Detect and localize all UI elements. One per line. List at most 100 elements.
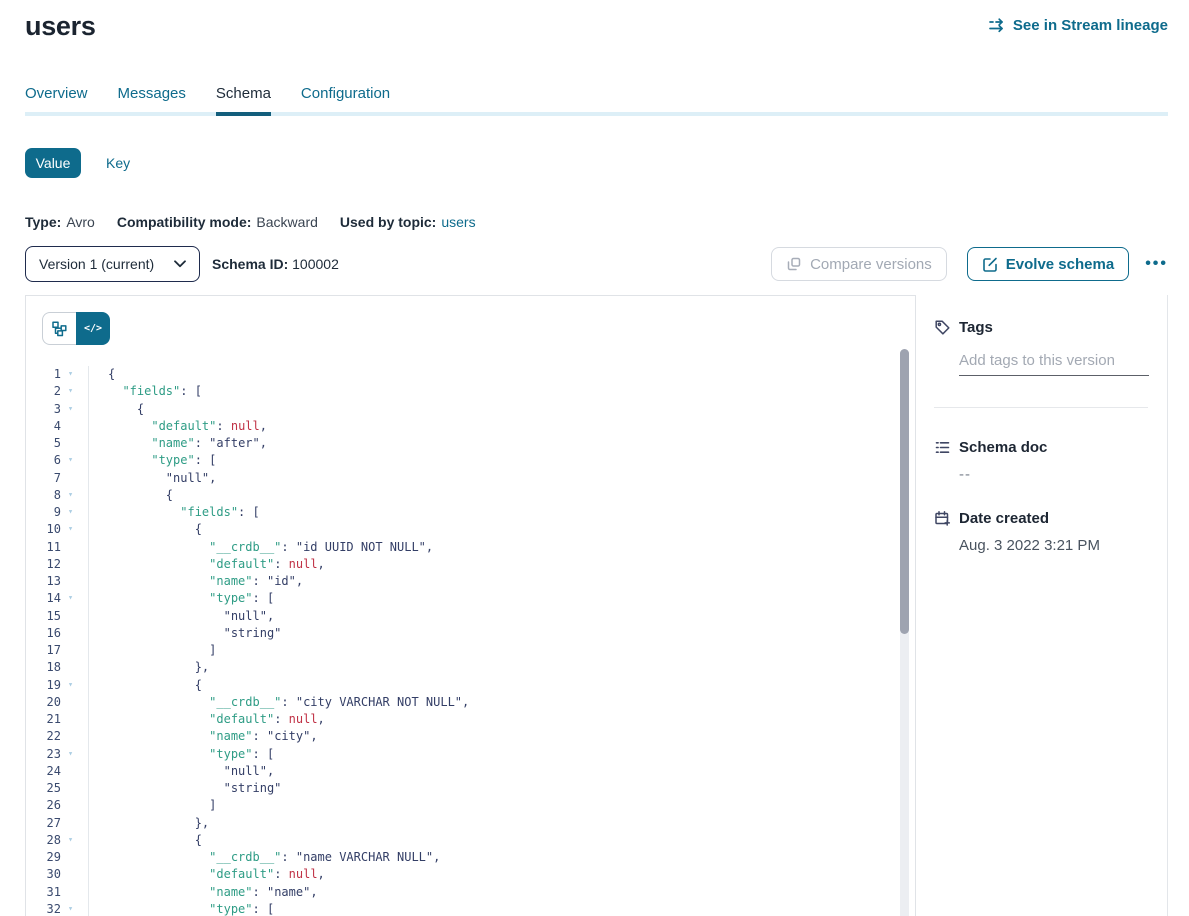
code-line: 2 ▾ "fields": [ <box>26 383 915 400</box>
page-header: users See in Stream lineage <box>25 0 1168 44</box>
fold-toggle[interactable]: ▾ <box>64 401 89 418</box>
date-created-title: Date created <box>959 510 1049 527</box>
line-number: 14 <box>26 590 64 607</box>
line-number: 30 <box>26 866 64 883</box>
version-select[interactable]: Version 1 (current) <box>25 246 200 282</box>
code-line: 24 "null", <box>26 763 915 780</box>
more-options-button[interactable]: ••• <box>1145 255 1168 273</box>
line-number: 5 <box>26 435 64 452</box>
code-content: "fields": [ <box>89 504 260 521</box>
schema-json-editor[interactable]: 1▾{2▾ "fields": [3▾ {4 "default": null,5… <box>26 366 915 916</box>
fold-gutter <box>64 470 89 487</box>
fold-gutter <box>64 573 89 590</box>
line-number: 24 <box>26 763 64 780</box>
tree-view-button[interactable] <box>42 312 76 345</box>
code-content: "fields": [ <box>89 383 202 400</box>
fold-toggle[interactable]: ▾ <box>64 746 89 763</box>
code-content: { <box>89 366 115 383</box>
code-content: "null", <box>89 470 216 487</box>
code-content: "null", <box>89 608 274 625</box>
schema-type: Type:Avro <box>25 214 95 230</box>
line-number: 31 <box>26 884 64 901</box>
tab-schema[interactable]: Schema <box>216 85 271 116</box>
line-number: 19 <box>26 677 64 694</box>
fold-toggle[interactable]: ▾ <box>64 504 89 521</box>
collapse-arrow-icon: ▾ <box>68 678 73 693</box>
fold-gutter <box>64 780 89 797</box>
code-line: 4 "default": null, <box>26 418 915 435</box>
fold-toggle[interactable]: ▾ <box>64 452 89 469</box>
code-content: "default": null, <box>89 711 325 728</box>
compare-versions-button[interactable]: Compare versions <box>771 247 947 281</box>
fold-toggle[interactable]: ▾ <box>64 677 89 694</box>
schema-code-panel: </> 1▾{2▾ "fields": [3▾ {4 "default": nu… <box>25 295 916 916</box>
fold-gutter <box>64 539 89 556</box>
active-tab-underline <box>216 112 271 116</box>
code-content: "default": null, <box>89 556 325 573</box>
schema-doc-value: -- <box>959 466 1149 483</box>
schema-doc-section: Schema doc -- <box>934 439 1149 483</box>
collapse-arrow-icon: ▾ <box>68 367 73 382</box>
fold-gutter <box>64 884 89 901</box>
code-content: }, <box>89 815 209 832</box>
add-tags-input[interactable] <box>959 350 1149 376</box>
fold-gutter <box>64 659 89 676</box>
chevron-down-icon <box>174 260 186 268</box>
fold-gutter <box>64 728 89 745</box>
collapse-arrow-icon: ▾ <box>68 522 73 537</box>
key-toggle-button[interactable]: Key <box>106 155 130 171</box>
code-line: 25 "string" <box>26 780 915 797</box>
code-line: 16 "string" <box>26 625 915 642</box>
line-number: 22 <box>26 728 64 745</box>
code-content: ] <box>89 797 216 814</box>
stream-lineage-icon <box>988 16 1006 34</box>
value-toggle-button[interactable]: Value <box>25 148 81 178</box>
line-number: 13 <box>26 573 64 590</box>
compatibility-mode: Compatibility mode:Backward <box>117 214 318 230</box>
tab-bar: Overview Messages Schema Configuration <box>25 85 1168 116</box>
fold-toggle[interactable]: ▾ <box>64 901 89 916</box>
code-line: 13 "name": "id", <box>26 573 915 590</box>
line-number: 6 <box>26 452 64 469</box>
schema-meta-row: Type:Avro Compatibility mode:Backward Us… <box>25 214 1168 230</box>
evolve-schema-button[interactable]: Evolve schema <box>967 247 1129 281</box>
see-in-stream-lineage-link[interactable]: See in Stream lineage <box>988 16 1168 34</box>
collapse-arrow-icon: ▾ <box>68 488 73 503</box>
code-line: 20 "__crdb__": "city VARCHAR NOT NULL", <box>26 694 915 711</box>
fold-toggle[interactable]: ▾ <box>64 366 89 383</box>
fold-gutter <box>64 694 89 711</box>
line-number: 7 <box>26 470 64 487</box>
fold-gutter <box>64 625 89 642</box>
code-line: 9▾ "fields": [ <box>26 504 915 521</box>
editor-scrollbar-thumb[interactable] <box>900 349 909 634</box>
topic-link[interactable]: users <box>441 214 475 230</box>
code-line: 12 "default": null, <box>26 556 915 573</box>
version-bar: Version 1 (current) Schema ID: 100002 Co… <box>25 246 1168 282</box>
fold-toggle[interactable]: ▾ <box>64 383 89 400</box>
code-line: 3▾ { <box>26 401 915 418</box>
schema-id: Schema ID: 100002 <box>212 256 339 272</box>
editor-scrollbar-track[interactable] <box>900 349 909 916</box>
line-number: 2 <box>26 383 64 400</box>
doc-list-icon <box>934 439 951 456</box>
tab-configuration[interactable]: Configuration <box>301 85 390 116</box>
code-line: 17 ] <box>26 642 915 659</box>
collapse-arrow-icon: ▾ <box>68 384 73 399</box>
line-number: 23 <box>26 746 64 763</box>
fold-toggle[interactable]: ▾ <box>64 521 89 538</box>
code-view-button[interactable]: </> <box>76 312 110 345</box>
line-number: 8 <box>26 487 64 504</box>
tab-overview[interactable]: Overview <box>25 85 88 116</box>
line-number: 20 <box>26 694 64 711</box>
fold-toggle[interactable]: ▾ <box>64 487 89 504</box>
code-line: 30 "default": null, <box>26 866 915 883</box>
fold-gutter <box>64 797 89 814</box>
version-select-value: Version 1 (current) <box>39 256 154 272</box>
versions-icon <box>786 256 802 272</box>
tab-messages[interactable]: Messages <box>118 85 186 116</box>
fold-toggle[interactable]: ▾ <box>64 590 89 607</box>
tag-icon <box>934 319 951 336</box>
fold-toggle[interactable]: ▾ <box>64 832 89 849</box>
line-number: 25 <box>26 780 64 797</box>
tags-section-header: Tags <box>934 319 1149 336</box>
